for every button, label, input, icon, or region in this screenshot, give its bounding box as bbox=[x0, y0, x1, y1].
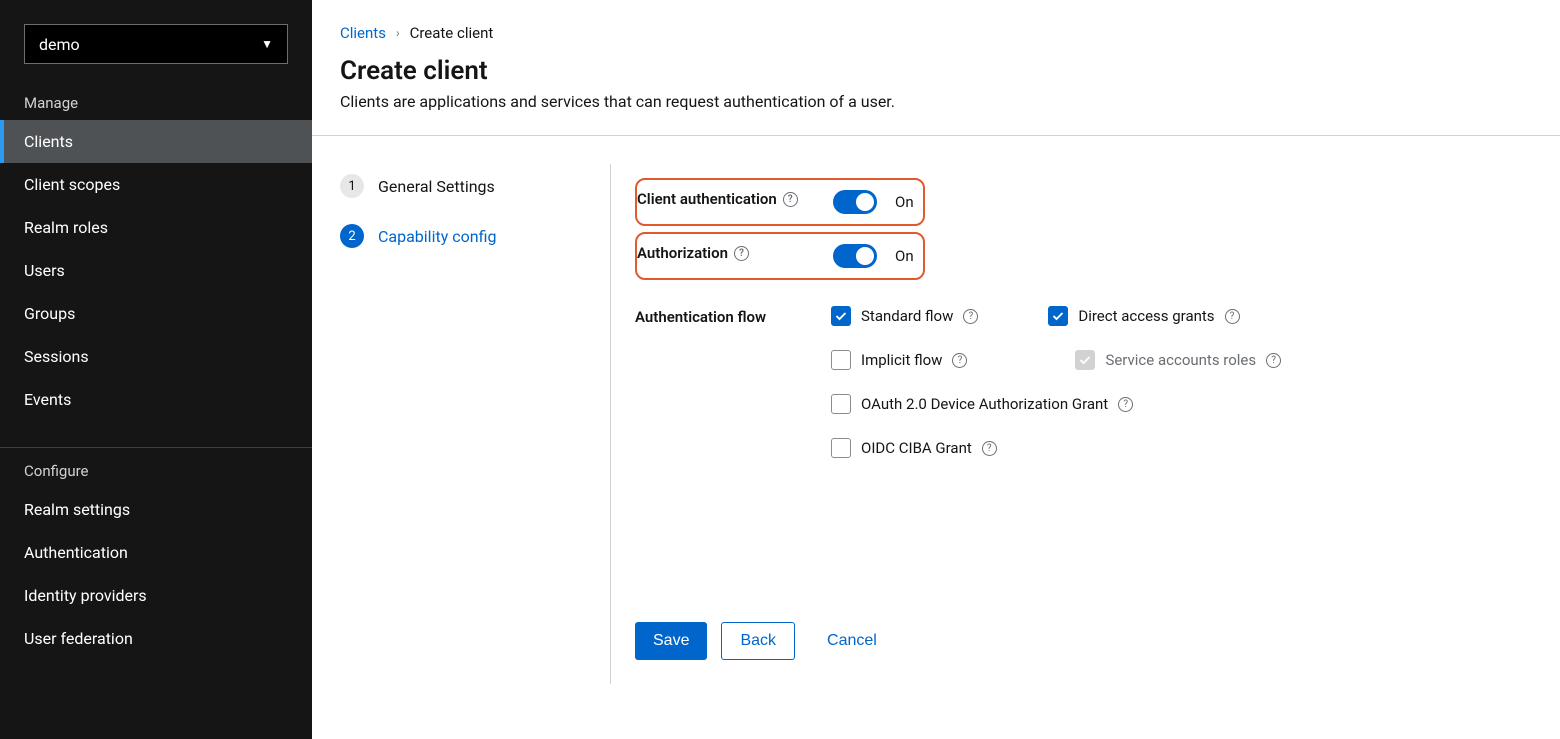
page-title: Create client bbox=[340, 56, 1532, 86]
wizard-step-general[interactable]: 1 General Settings bbox=[340, 174, 610, 198]
form-area: Client authentication ? On bbox=[610, 164, 1532, 684]
save-button[interactable]: Save bbox=[635, 622, 707, 660]
highlight-client-auth: Client authentication ? On bbox=[635, 178, 925, 226]
auth-flow-label: Authentication flow bbox=[635, 302, 831, 326]
step-number: 2 bbox=[340, 224, 364, 248]
authorization-label: Authorization ? bbox=[637, 238, 833, 262]
breadcrumb-current: Create client bbox=[410, 24, 494, 42]
sidebar-item-user-federation[interactable]: User federation bbox=[0, 617, 312, 660]
realm-selector-value: demo bbox=[39, 35, 80, 54]
check-standard-flow[interactable]: Standard flow ? bbox=[831, 306, 978, 326]
sidebar-item-clients[interactable]: Clients bbox=[0, 120, 312, 163]
sidebar-item-events[interactable]: Events bbox=[0, 378, 312, 421]
help-icon[interactable]: ? bbox=[982, 441, 997, 456]
help-icon[interactable]: ? bbox=[783, 192, 798, 207]
cancel-button[interactable]: Cancel bbox=[809, 622, 895, 660]
step-label: General Settings bbox=[378, 177, 495, 196]
checkbox-icon bbox=[831, 306, 851, 326]
checkbox-icon bbox=[1048, 306, 1068, 326]
chevron-right-icon: › bbox=[396, 26, 400, 40]
client-auth-state: On bbox=[895, 193, 914, 211]
authorization-state: On bbox=[895, 247, 914, 265]
sidebar-item-sessions[interactable]: Sessions bbox=[0, 335, 312, 378]
help-icon[interactable]: ? bbox=[1225, 309, 1240, 324]
realm-selector[interactable]: demo ▼ bbox=[24, 24, 288, 64]
back-button[interactable]: Back bbox=[721, 622, 795, 660]
sidebar-item-identity-providers[interactable]: Identity providers bbox=[0, 574, 312, 617]
wizard-footer: Save Back Cancel bbox=[635, 594, 1532, 660]
page-header: Create client Clients are applications a… bbox=[312, 46, 1560, 136]
checkbox-icon bbox=[1075, 350, 1095, 370]
auth-flow-options: Standard flow ? Direct access grants ? bbox=[831, 302, 1281, 458]
breadcrumb: Clients › Create client bbox=[312, 0, 1560, 46]
sidebar-item-realm-settings[interactable]: Realm settings bbox=[0, 488, 312, 531]
sidebar-item-authentication[interactable]: Authentication bbox=[0, 531, 312, 574]
sidebar-item-groups[interactable]: Groups bbox=[0, 292, 312, 335]
sidebar-item-users[interactable]: Users bbox=[0, 249, 312, 292]
page-subtitle: Clients are applications and services th… bbox=[340, 92, 1532, 111]
help-icon[interactable]: ? bbox=[952, 353, 967, 368]
checkbox-icon bbox=[831, 438, 851, 458]
authorization-toggle[interactable] bbox=[833, 244, 877, 268]
help-icon[interactable]: ? bbox=[1118, 397, 1133, 412]
check-ciba-grant[interactable]: OIDC CIBA Grant ? bbox=[831, 438, 997, 458]
sidebar: demo ▼ Manage Clients Client scopes Real… bbox=[0, 0, 312, 739]
wizard-steps: 1 General Settings 2 Capability config bbox=[340, 164, 610, 684]
check-service-accounts: Service accounts roles ? bbox=[1075, 350, 1281, 370]
step-label: Capability config bbox=[378, 227, 496, 246]
highlight-authorization: Authorization ? On bbox=[635, 232, 925, 280]
main-content: Clients › Create client Create client Cl… bbox=[312, 0, 1560, 739]
client-auth-label: Client authentication ? bbox=[637, 184, 833, 208]
check-implicit-flow[interactable]: Implicit flow ? bbox=[831, 350, 967, 370]
wizard-step-capability[interactable]: 2 Capability config bbox=[340, 224, 610, 248]
breadcrumb-root[interactable]: Clients bbox=[340, 24, 386, 42]
nav-section-manage: Manage bbox=[0, 80, 312, 120]
client-auth-toggle[interactable] bbox=[833, 190, 877, 214]
check-direct-access[interactable]: Direct access grants ? bbox=[1048, 306, 1239, 326]
wizard: 1 General Settings 2 Capability config C… bbox=[312, 136, 1560, 684]
chevron-down-icon: ▼ bbox=[261, 37, 273, 51]
sidebar-item-realm-roles[interactable]: Realm roles bbox=[0, 206, 312, 249]
sidebar-item-client-scopes[interactable]: Client scopes bbox=[0, 163, 312, 206]
checkbox-icon bbox=[831, 350, 851, 370]
checkbox-icon bbox=[831, 394, 851, 414]
nav-section-configure: Configure bbox=[0, 448, 312, 488]
help-icon[interactable]: ? bbox=[1266, 353, 1281, 368]
help-icon[interactable]: ? bbox=[734, 246, 749, 261]
check-device-grant[interactable]: OAuth 2.0 Device Authorization Grant ? bbox=[831, 394, 1133, 414]
step-number: 1 bbox=[340, 174, 364, 198]
help-icon[interactable]: ? bbox=[963, 309, 978, 324]
